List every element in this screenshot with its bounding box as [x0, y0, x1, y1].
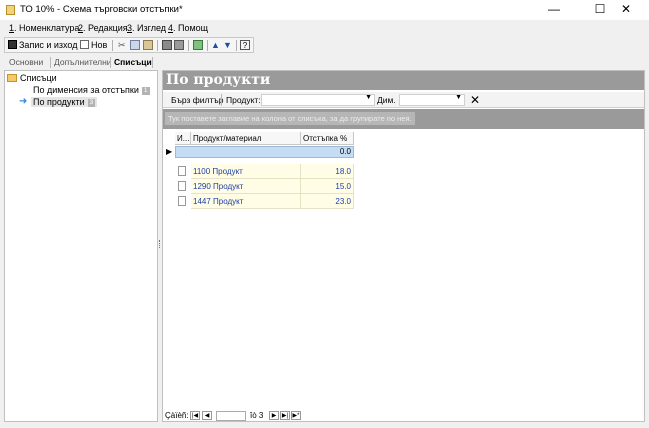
record-label: Çàïèñ: — [165, 411, 189, 420]
copy-icon[interactable] — [130, 40, 140, 50]
record-navigator: Çàïèñ: |◀ ◀ îò 3 ▶ ▶| ▶* — [163, 410, 644, 422]
discount-cell[interactable]: 15.0 — [301, 179, 354, 194]
product-filter-label: Продукт: — [226, 95, 261, 105]
product-filter-combo[interactable]: ▼ — [261, 94, 375, 106]
close-button[interactable]: ✕ — [603, 0, 649, 20]
cut-icon[interactable]: ✂ — [118, 40, 128, 50]
table-row[interactable]: 1447 Продукт 23.0 — [165, 194, 354, 209]
menu-bar: 1. Номенклатура 2. Редакция 3. Изглед 4.… — [0, 20, 649, 36]
minimize-button[interactable]: — — [531, 0, 577, 20]
panel-title: По продукти — [163, 71, 644, 90]
column-header-id[interactable]: И... — [175, 132, 191, 145]
quick-filter-label: Бърз филтър — [171, 95, 224, 105]
group-hint: Тук поставете заглавие на колона от спис… — [165, 112, 415, 125]
splitter-grip[interactable] — [159, 240, 161, 248]
document-icon — [178, 181, 186, 191]
document-icon — [178, 196, 186, 206]
window-title: ТО 10% - Схема търговски отстъпки* — [20, 4, 183, 15]
last-record-button[interactable]: ▶| — [280, 411, 290, 420]
next-record-button[interactable]: ▶ — [269, 411, 279, 420]
move-down-icon[interactable]: ▼ — [223, 40, 233, 50]
new-row[interactable]: ▶ 0.0 — [165, 146, 354, 158]
tab-lists[interactable]: Списъци — [114, 57, 152, 67]
refresh-icon[interactable] — [193, 40, 203, 50]
dropdown-arrow-icon: ▼ — [365, 94, 372, 101]
new-document-icon — [80, 40, 89, 49]
column-header-product[interactable]: Продукт/материал — [191, 132, 301, 145]
dropdown-arrow-icon: ▼ — [455, 94, 462, 101]
menu-edit[interactable]: 2. Редакция — [78, 23, 128, 33]
product-cell[interactable]: 1100 Продукт — [191, 164, 301, 179]
toolbar: Запис и изход Нов ✂ ▲ ▼ ? — [4, 37, 254, 53]
filter-bar: Бърз филтър Продукт: ▼ Дим. ▼ ✕ — [163, 92, 644, 108]
count-badge: 3 — [87, 99, 96, 107]
arrow-right-icon: ➜ — [19, 96, 28, 107]
clear-filter-icon[interactable]: ✕ — [470, 93, 480, 107]
table-row[interactable]: 1290 Продукт 15.0 — [165, 179, 354, 194]
discount-cell[interactable]: 23.0 — [301, 194, 354, 209]
dim-filter-label: Дим. — [377, 95, 396, 105]
new-row-value: 0.0 — [339, 147, 351, 156]
new-record-button[interactable]: ▶* — [291, 411, 301, 420]
paste-icon[interactable] — [143, 40, 153, 50]
count-badge: 1 — [141, 87, 150, 95]
tab-additional[interactable]: Допълнителни — [54, 57, 112, 67]
save-and-exit-button[interactable]: Запис и изход — [7, 38, 77, 52]
folder-icon — [7, 74, 17, 82]
tab-basic[interactable]: Основни — [9, 57, 43, 67]
list-panel: По продукти Бърз филтър Продукт: ▼ Дим. … — [162, 70, 645, 422]
help-icon[interactable]: ? — [240, 40, 250, 50]
first-record-button[interactable]: |◀ — [190, 411, 200, 420]
print-preview-icon[interactable] — [174, 40, 184, 50]
menu-view[interactable]: 3. Изглед — [127, 23, 166, 33]
discount-cell[interactable]: 18.0 — [301, 164, 354, 179]
tree-panel: Списъци По дименсия за отстъпки 1 ➜ По пр… — [4, 70, 158, 422]
move-up-icon[interactable]: ▲ — [211, 40, 221, 50]
group-by-area[interactable]: Тук поставете заглавие на колона от спис… — [163, 109, 644, 129]
product-cell[interactable]: 1447 Продукт — [191, 194, 301, 209]
record-total: îò 3 — [250, 411, 264, 420]
print-icon[interactable] — [162, 40, 172, 50]
dim-filter-combo[interactable]: ▼ — [399, 94, 465, 106]
menu-nomenclature[interactable]: 1. Номенклатура — [9, 23, 79, 33]
prev-record-button[interactable]: ◀ — [202, 411, 212, 420]
tree-item-products[interactable]: По продукти 3 — [31, 97, 98, 107]
record-number-input[interactable] — [216, 411, 246, 421]
save-icon — [8, 40, 17, 49]
menu-help[interactable]: 4. Помощ — [168, 23, 208, 33]
title-bar: ТО 10% - Схема търговски отстъпки* — ☐ ✕ — [0, 0, 649, 20]
app-icon — [6, 5, 15, 15]
tree-item-dimension[interactable]: По дименсия за отстъпки 1 — [33, 85, 150, 95]
tree-root[interactable]: Списъци — [20, 73, 57, 83]
document-icon — [178, 166, 186, 176]
table-row[interactable]: 1100 Продукт 18.0 — [165, 164, 354, 179]
product-cell[interactable]: 1290 Продукт — [191, 179, 301, 194]
column-header-discount[interactable]: Отстъпка % — [301, 132, 354, 145]
current-row-indicator-icon: ▶ — [166, 147, 173, 156]
new-button[interactable]: Нов — [79, 38, 107, 52]
tab-strip: Основни Допълнителни Списъци — [4, 56, 156, 70]
